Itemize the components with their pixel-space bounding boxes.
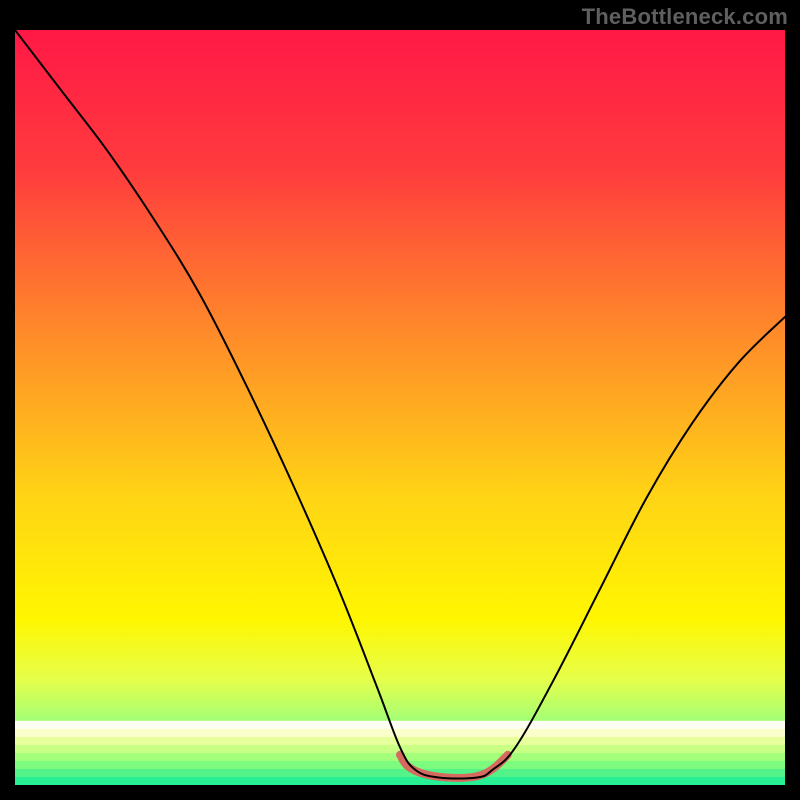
gradient-background — [15, 30, 785, 785]
bottom-stripe — [15, 737, 785, 746]
bottom-stripe — [15, 729, 785, 738]
chart-frame: TheBottleneck.com — [0, 0, 800, 800]
bottom-stripe — [15, 721, 785, 730]
plot-area — [15, 30, 785, 785]
watermark-text: TheBottleneck.com — [582, 4, 788, 30]
bottom-stripe — [15, 777, 785, 785]
bottom-stripe — [15, 769, 785, 778]
chart-svg — [15, 30, 785, 785]
